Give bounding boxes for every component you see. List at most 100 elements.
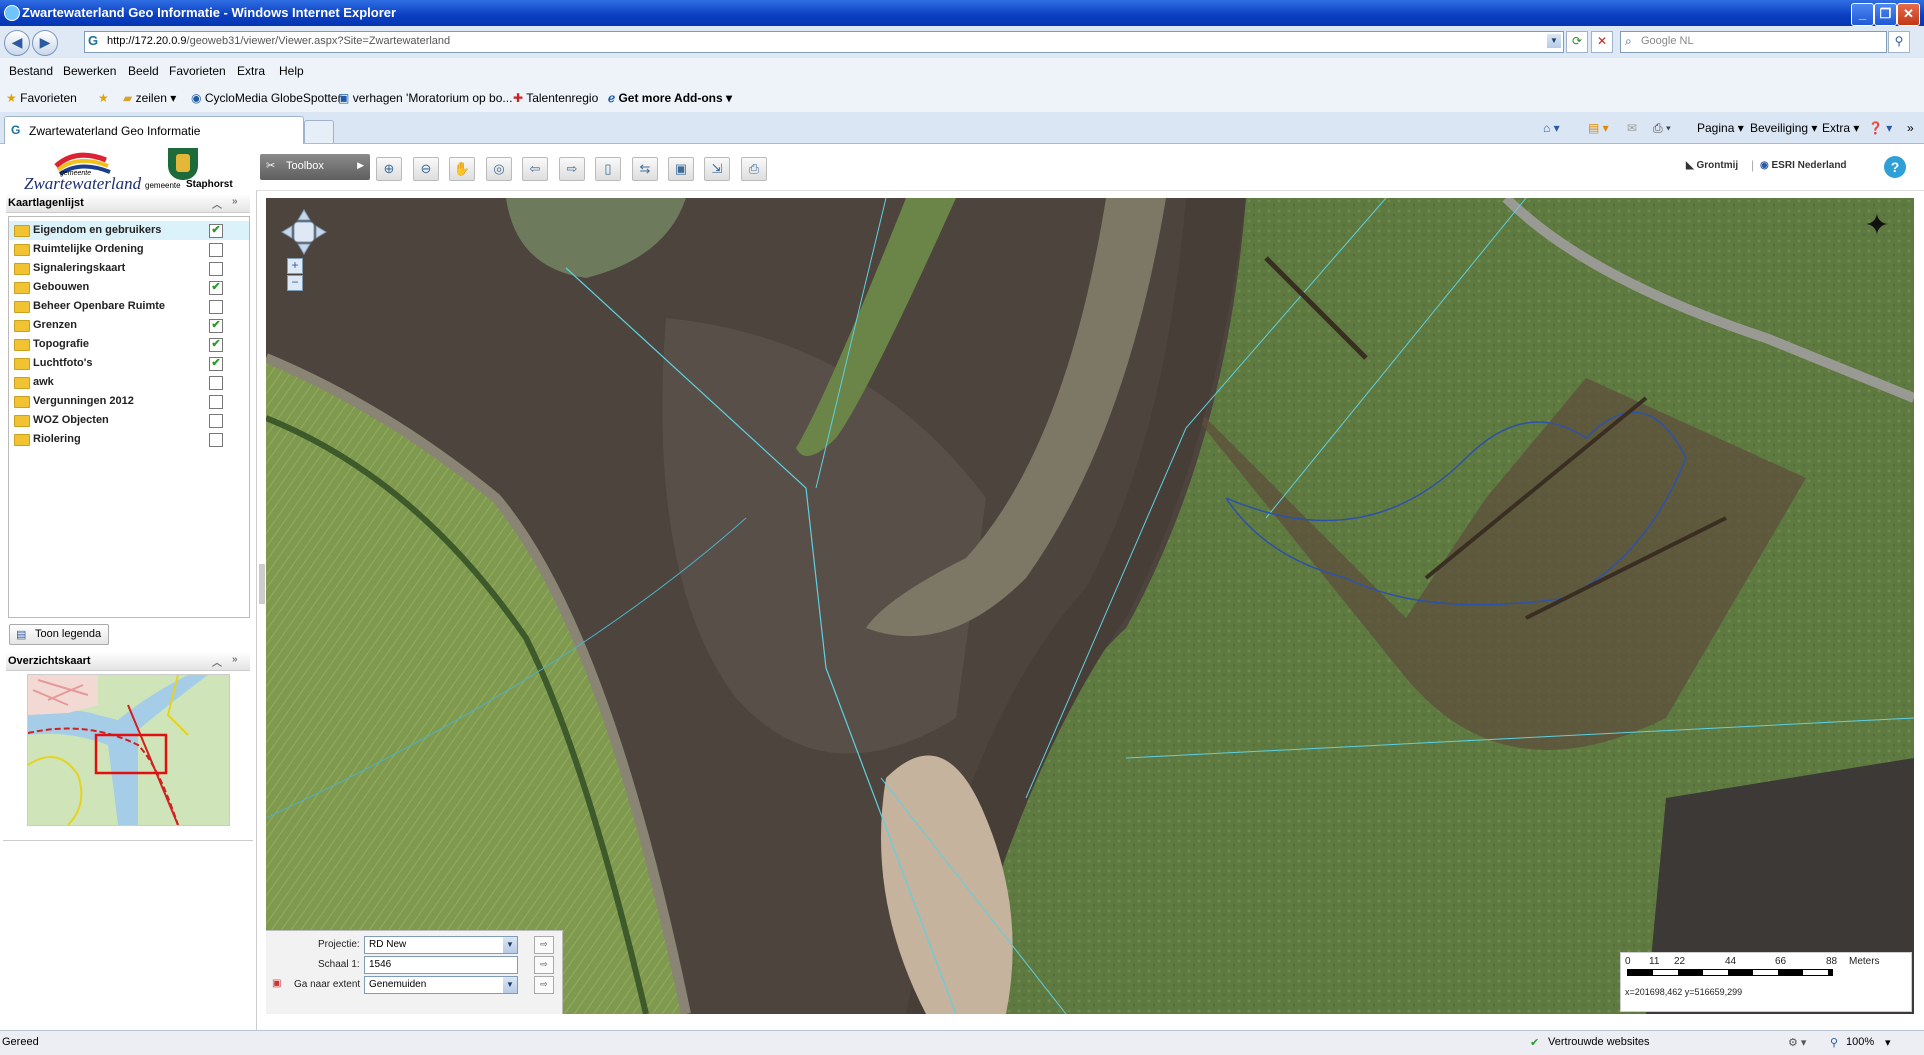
undock-icon[interactable]: »	[232, 654, 238, 665]
next-extent-tool[interactable]: ⇨	[559, 157, 585, 181]
layer-row[interactable]: Luchtfoto's ✔	[9, 354, 249, 373]
layer-row[interactable]: Gebouwen ✔	[9, 278, 249, 297]
layer-visibility-checkbox[interactable]: ✔	[209, 338, 223, 352]
layer-row[interactable]: Topografie ✔	[9, 335, 249, 354]
favorites-button[interactable]: ★ Favorieten	[6, 91, 77, 105]
layer-visibility-checkbox[interactable]	[209, 243, 223, 257]
layer-row[interactable]: Signaleringskaart	[9, 259, 249, 278]
stop-button[interactable]: ✕	[1591, 31, 1613, 53]
maximize-button[interactable]: ❐	[1874, 3, 1897, 26]
addons-icon: ℯ	[608, 91, 616, 105]
layer-row[interactable]: Ruimtelijke Ordening	[9, 240, 249, 259]
overview-map[interactable]	[27, 674, 230, 826]
pan-navigation-control[interactable]	[280, 208, 328, 256]
close-window-button[interactable]: ✕	[1897, 3, 1920, 26]
layer-row[interactable]: awk	[9, 373, 249, 392]
layer-row[interactable]: Grenzen ✔	[9, 316, 249, 335]
refresh-button[interactable]: ⟳	[1566, 31, 1588, 53]
layer-visibility-checkbox[interactable]: ✔	[209, 224, 223, 238]
new-tab-button[interactable]	[304, 120, 334, 143]
feeds-icon[interactable]: ▤ ▾	[1588, 121, 1609, 135]
pan-tool[interactable]: ✋	[449, 157, 475, 181]
esri-label: ESRI Nederland	[1771, 160, 1847, 171]
layer-row[interactable]: WOZ Objecten	[9, 411, 249, 430]
layer-visibility-checkbox[interactable]	[209, 262, 223, 276]
layer-row[interactable]: Beheer Openbare Ruimte	[9, 297, 249, 316]
fav-item-cyclomedia[interactable]: ◉ CycloMedia GlobeSpotter	[191, 91, 342, 105]
zoom-dropdown-icon[interactable]: ▾	[1885, 1036, 1891, 1049]
projection-apply-button[interactable]: ⇨	[534, 936, 554, 954]
layer-visibility-checkbox[interactable]	[209, 414, 223, 428]
address-dropdown-icon[interactable]: ▼	[1547, 34, 1561, 48]
forward-button[interactable]: ▶	[32, 30, 58, 56]
address-bar[interactable]: G http://172.20.0.9/geoweb31/viewer/View…	[84, 31, 1564, 53]
previous-extent-tool[interactable]: ⇦	[522, 157, 548, 181]
zoom-in-tool[interactable]: ⊕	[376, 157, 402, 181]
menu-bestand[interactable]: Bestand	[9, 64, 53, 78]
map-canvas[interactable]: + − ✦ Projectie: RD New ▼ ⇨ Schaal 1: 154…	[266, 198, 1914, 1014]
zoom-level[interactable]: 100%	[1846, 1036, 1874, 1048]
identify-icon: ▯	[604, 161, 612, 176]
projection-select[interactable]: RD New ▼	[364, 936, 518, 954]
search-input[interactable]: ⌕ Google NL	[1620, 31, 1887, 53]
layer-visibility-checkbox[interactable]	[209, 433, 223, 447]
extra-menu[interactable]: Extra ▾	[1822, 121, 1859, 135]
undock-icon[interactable]: »	[232, 196, 238, 207]
chevron-more-icon[interactable]: »	[1907, 121, 1914, 135]
layer-row[interactable]: Eigendom en gebruikers ✔	[9, 221, 249, 240]
search-button[interactable]: ⚲	[1888, 31, 1910, 53]
menu-beeld[interactable]: Beeld	[128, 64, 159, 78]
measure-tool[interactable]: ⇆	[632, 157, 658, 181]
layer-visibility-checkbox[interactable]: ✔	[209, 319, 223, 333]
export-tool[interactable]: ⇲	[704, 157, 730, 181]
layer-row[interactable]: Riolering	[9, 430, 249, 449]
home-icon[interactable]: ⌂ ▾	[1543, 121, 1560, 135]
layer-name: Grenzen	[33, 319, 78, 331]
layer-row[interactable]: Vergunningen 2012	[9, 392, 249, 411]
layer-visibility-checkbox[interactable]	[209, 395, 223, 409]
identify-tool[interactable]: ▯	[595, 157, 621, 181]
mail-icon[interactable]: ✉	[1627, 121, 1637, 135]
print-icon[interactable]: ⎙ ▾	[1653, 121, 1671, 136]
menu-favorieten[interactable]: Favorieten	[169, 64, 226, 78]
layer-visibility-checkbox[interactable]: ✔	[209, 357, 223, 371]
scale-apply-button[interactable]: ⇨	[534, 956, 554, 974]
show-legend-button[interactable]: ▤ Toon legenda	[9, 624, 109, 645]
get-addons-button[interactable]: ℯ Get more Add-ons ▾	[608, 91, 732, 105]
extent-apply-button[interactable]: ⇨	[534, 976, 554, 994]
search-map-tool[interactable]: ▣	[668, 157, 694, 181]
security-menu[interactable]: Beveiliging ▾	[1750, 121, 1817, 135]
folder-icon	[14, 301, 30, 313]
scale-input[interactable]: 1546	[364, 956, 518, 974]
fav-item-talentenregio[interactable]: ✚ Talentenregio	[513, 91, 598, 105]
collapse-icon[interactable]: ︿	[212, 654, 222, 669]
collapse-icon[interactable]: ︿	[212, 196, 222, 211]
url-path: /geoweb31/viewer/Viewer.aspx?Site=Zwarte…	[186, 35, 451, 47]
protected-mode-icon[interactable]: ⚙ ▾	[1788, 1036, 1806, 1049]
print-map-tool[interactable]: ⎙	[741, 157, 767, 181]
full-extent-tool[interactable]: ◎	[486, 157, 512, 181]
add-favorite-icon[interactable]: ★	[98, 91, 109, 105]
fav-item-zeilen[interactable]: ▰ zeilen ▾	[123, 91, 176, 105]
overview-map-graphic	[28, 675, 229, 825]
menu-help[interactable]: Help	[279, 64, 304, 78]
extent-select[interactable]: Genemuiden ▼	[364, 976, 518, 994]
help-menu-icon[interactable]: ❓ ▾	[1868, 121, 1892, 135]
panel-splitter-handle[interactable]	[259, 564, 265, 604]
page-menu[interactable]: Pagina ▾	[1697, 121, 1744, 135]
map-zoom-in-button[interactable]: +	[287, 258, 303, 274]
layer-visibility-checkbox[interactable]: ✔	[209, 281, 223, 295]
back-button[interactable]: ◀	[4, 30, 30, 56]
menu-extra[interactable]: Extra	[237, 64, 265, 78]
security-zone[interactable]: Vertrouwde websites	[1548, 1036, 1650, 1048]
fav-item-verhagen[interactable]: ▣ verhagen 'Moratorium op bo...	[338, 91, 512, 105]
help-button[interactable]: ?	[1884, 156, 1906, 178]
toolbox-button[interactable]: ✂ Toolbox ▶	[260, 154, 370, 180]
menu-bewerken[interactable]: Bewerken	[63, 64, 116, 78]
tab-geo-informatie[interactable]: G Zwartewaterland Geo Informatie	[4, 116, 304, 144]
minimize-button[interactable]: _	[1851, 3, 1874, 26]
map-zoom-out-button[interactable]: −	[287, 275, 303, 291]
layer-visibility-checkbox[interactable]	[209, 376, 223, 390]
layer-visibility-checkbox[interactable]	[209, 300, 223, 314]
zoom-out-tool[interactable]: ⊖	[413, 157, 439, 181]
